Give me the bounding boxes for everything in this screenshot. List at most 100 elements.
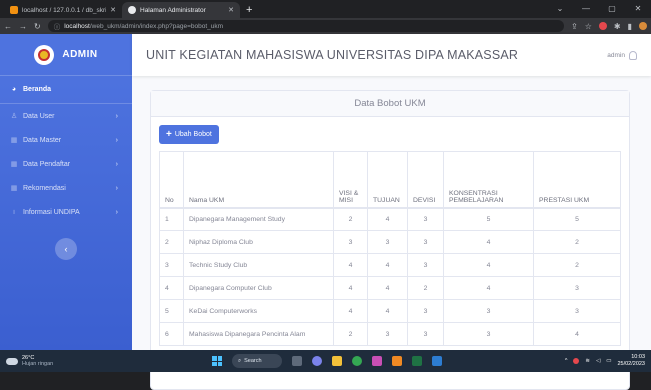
windows-start-icon[interactable] [212, 356, 222, 366]
sidebar-item-informasi-undipa[interactable]: i Informasi UNDIPA › [0, 200, 132, 224]
minimize-icon[interactable]: — [573, 0, 599, 18]
sidebar-item-label: Data Master [23, 136, 62, 144]
reload-icon[interactable]: ↻ [34, 22, 41, 31]
table-row: 6 Mahasiswa Dipanegara Pencinta Alam 2 3 3 3 4 [159, 322, 621, 346]
excel-icon[interactable] [412, 356, 422, 366]
sidebar-item-label: Informasi UNDIPA [23, 208, 80, 216]
battery-icon[interactable]: ▭ [606, 358, 611, 364]
browser-tab-phpmyadmin[interactable]: localhost / 127.0.0.1 / db_skripsi ✕ [4, 2, 122, 18]
table-row: 4 Dipanegara Computer Club 4 4 2 4 3 [159, 276, 621, 300]
share-icon[interactable]: ⇪ [571, 22, 578, 31]
app-icon[interactable] [372, 356, 382, 366]
table-header-row: No Nama UKM VISI & MISI TUJUAN DEVISI KO… [159, 151, 621, 209]
chrome-icon[interactable] [352, 356, 362, 366]
sidebar-toggle-button[interactable]: ‹ [55, 238, 77, 260]
user-icon: ♙ [10, 113, 18, 120]
url-host: localhost [64, 22, 90, 30]
web-page: ADMIN ◕ Beranda ♙ Data User › ▦ Data Mas… [0, 34, 651, 390]
maximize-icon[interactable]: ▢ [599, 0, 625, 18]
user-menu[interactable]: admin [607, 50, 637, 60]
browser-toolbar: ← → ↻ ⓘ localhost/web_ukm/admin/index.ph… [0, 18, 651, 34]
sublime-icon[interactable] [392, 356, 402, 366]
taskbar-search[interactable]: ⌕ Search [232, 354, 282, 368]
chevron-left-icon: ‹ [64, 244, 68, 254]
back-icon[interactable]: ← [4, 22, 12, 31]
table-cell: KeDai Computerworks [183, 299, 334, 323]
taskbar-clock[interactable]: 10:03 25/02/2023 [617, 354, 645, 368]
sidebar-item-data-user[interactable]: ♙ Data User › [0, 104, 132, 128]
table-cell: Dipanegara Management Study [183, 207, 334, 231]
tray-chevron-icon[interactable]: ^ [565, 358, 568, 364]
table-cell: 4 [333, 299, 368, 323]
sidebar-item-label: Data Pendaftar [23, 160, 71, 168]
weather-desc: Hujan ringan [22, 361, 54, 367]
gauge-icon: ◕ [11, 86, 17, 93]
table-cell: 3 [533, 276, 621, 300]
extension-icon[interactable] [598, 22, 607, 30]
table-cell: 2 [533, 253, 621, 277]
sidepanel-icon[interactable]: ▮ [628, 22, 632, 31]
new-tab-icon[interactable]: + [240, 2, 258, 18]
tray-app-icon[interactable] [573, 358, 580, 364]
plus-icon: + [166, 128, 172, 140]
table-cell: 4 [367, 253, 408, 277]
table-cell: Dipanegara Computer Club [183, 276, 334, 300]
main-content: UNIT KEGIATAN MAHASISWA UNIVERSITAS DIPA… [132, 34, 651, 390]
close-window-icon[interactable]: ✕ [625, 0, 651, 18]
ubah-bobot-button[interactable]: + Ubah Bobot [159, 125, 219, 144]
close-tab-icon[interactable]: ✕ [110, 6, 116, 14]
volume-icon[interactable]: ◁ [596, 358, 600, 364]
tab-search-icon[interactable]: ⌄ [547, 0, 573, 18]
table-cell: 4 [333, 276, 368, 300]
info-icon[interactable]: ⓘ [54, 21, 61, 31]
column-header: TUJUAN [367, 151, 408, 209]
browser-tab-admin[interactable]: Halaman Administrator ✕ [122, 2, 240, 18]
taskbar-apps: ⌕ Search [212, 354, 442, 368]
table-row: 5 KeDai Computerworks 4 4 3 3 3 [159, 299, 621, 323]
bobot-table: No Nama UKM VISI & MISI TUJUAN DEVISI KO… [159, 151, 621, 346]
sidebar-item-label: Rekomendasi [23, 184, 66, 192]
cloud-rain-icon [6, 357, 18, 365]
table-cell: 2 [159, 230, 184, 254]
sidebar-item-rekomendasi[interactable]: ▦ Rekomendasi › [0, 176, 132, 200]
chat-icon[interactable] [312, 356, 322, 366]
chevron-right-icon: › [115, 184, 118, 192]
wifi-icon[interactable]: ≋ [585, 358, 590, 364]
table-cell: 4 [533, 322, 621, 346]
chevron-right-icon: › [115, 160, 118, 168]
file-explorer-icon[interactable] [332, 356, 342, 366]
table-cell: 2 [407, 276, 444, 300]
sidebar-brand[interactable]: ADMIN [0, 34, 132, 76]
table-row: 1 Dipanegara Management Study 2 4 3 5 5 [159, 207, 621, 231]
profile-avatar-icon[interactable] [639, 22, 647, 30]
terminal-icon[interactable] [432, 356, 442, 366]
close-tab-icon[interactable]: ✕ [228, 6, 234, 14]
table-icon: ▦ [10, 161, 18, 168]
task-view-icon[interactable] [292, 356, 302, 366]
page-favicon-icon [128, 6, 136, 14]
table-cell: 6 [159, 322, 184, 346]
sidebar: ADMIN ◕ Beranda ♙ Data User › ▦ Data Mas… [0, 34, 132, 350]
browser-tab-strip: localhost / 127.0.0.1 / db_skripsi ✕ Hal… [0, 0, 651, 18]
search-label: Search [244, 358, 262, 364]
table-cell: 3 [407, 322, 444, 346]
table-cell: 3 [367, 230, 408, 254]
forward-icon[interactable]: → [19, 22, 27, 31]
sidebar-item-data-pendaftar[interactable]: ▦ Data Pendaftar › [0, 152, 132, 176]
weather-widget[interactable]: 26°C Hujan ringan [6, 355, 146, 367]
bookmark-star-icon[interactable]: ☆ [585, 22, 592, 31]
table-cell: 3 [443, 322, 534, 346]
info-icon: i [13, 208, 15, 216]
tab-title: Halaman Administrator [140, 6, 206, 14]
table-cell: 5 [159, 299, 184, 323]
puzzle-icon[interactable]: ✱ [614, 22, 621, 31]
user-name: admin [607, 51, 625, 59]
address-bar[interactable]: ⓘ localhost/web_ukm/admin/index.php?page… [47, 20, 565, 32]
column-header: PRESTASI UKM [533, 151, 621, 209]
sidebar-item-label: Beranda [23, 86, 52, 93]
table-row: 2 Niphaz Diploma Club 3 3 3 4 2 [159, 230, 621, 254]
table-cell: 3 [407, 207, 444, 231]
sidebar-item-beranda[interactable]: ◕ Beranda [0, 76, 132, 104]
page-title: UNIT KEGIATAN MAHASISWA UNIVERSITAS DIPA… [146, 48, 519, 62]
sidebar-item-data-master[interactable]: ▦ Data Master › [0, 128, 132, 152]
